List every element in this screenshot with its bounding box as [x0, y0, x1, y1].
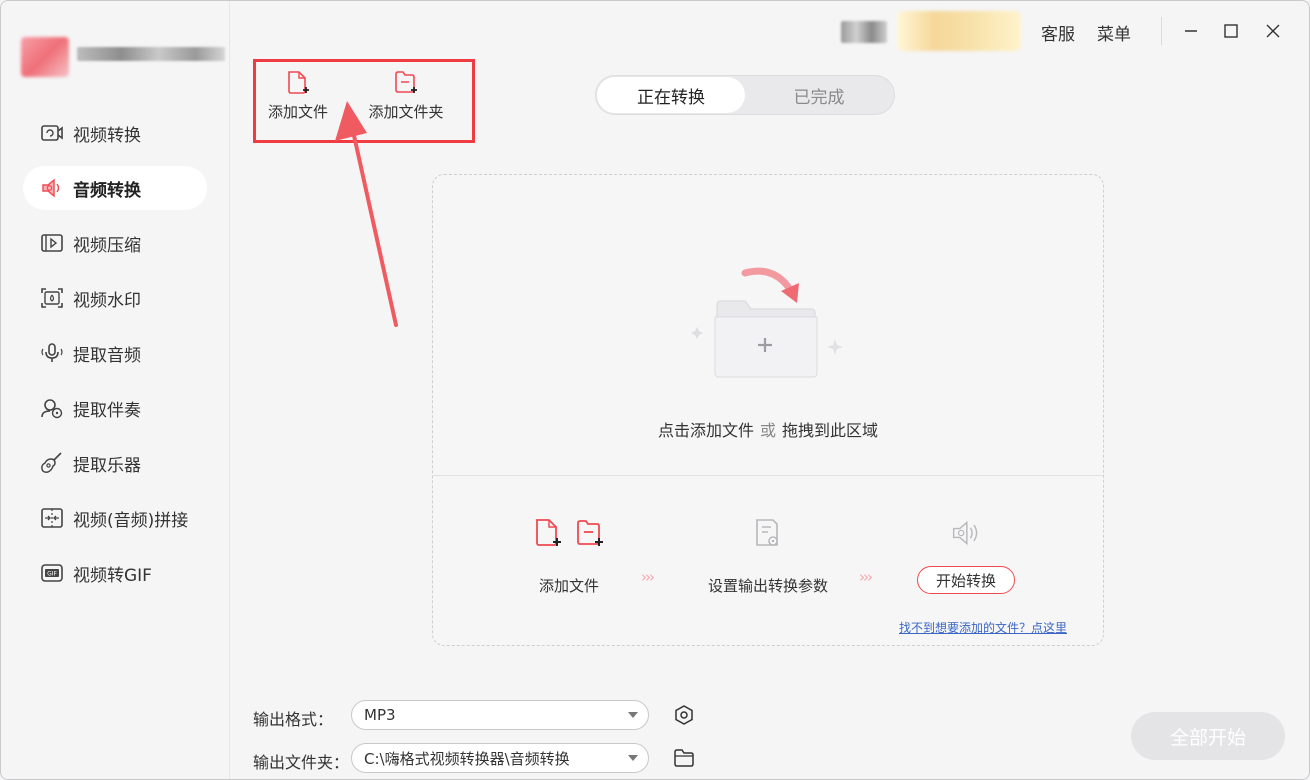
video-compress-icon — [39, 232, 65, 254]
sidebar-nav: 视频转换 音频转换 视频压缩 视频水印 提取音频 提取伴奏 提取乐器 视频(音频… — [23, 111, 207, 606]
step-add-file-label: 添加文件 — [539, 577, 600, 595]
titlebar-divider — [1161, 17, 1162, 45]
step-arrow-1: ››› — [641, 568, 655, 586]
sidebar-item-audio-convert[interactable]: 音频转换 — [23, 166, 207, 210]
output-format-label: 输出格式： — [253, 710, 334, 729]
sidebar-item-label: 视频转GIF — [73, 565, 152, 586]
annotation-arrow — [335, 101, 398, 327]
format-settings-icon[interactable] — [673, 704, 695, 726]
sidebar-item-video-watermark[interactable]: 视频水印 — [23, 276, 207, 320]
app-logo — [21, 37, 69, 77]
minimize-button[interactable] — [1177, 17, 1205, 45]
output-format-value: MP3 — [364, 706, 396, 724]
minimize-icon — [1185, 30, 1197, 32]
output-folder-value: C:\嗨格式视频转换器\音频转换 — [364, 749, 570, 768]
add-file-button[interactable]: 添加文件 — [253, 69, 343, 129]
output-folder-label: 输出文件夹： — [253, 753, 350, 772]
close-button[interactable] — [1259, 17, 1287, 45]
add-file-icon — [288, 71, 309, 94]
drop-hint-drag: 拖拽到此区域 — [782, 421, 879, 440]
sidebar-item-extract-instrument[interactable]: 提取乐器 — [23, 441, 207, 485]
step-arrow-2: ››› — [859, 568, 873, 586]
add-file-label: 添加文件 — [267, 103, 328, 121]
audio-convert-icon — [39, 177, 65, 199]
extract-instrument-icon — [39, 452, 65, 474]
close-icon — [1266, 24, 1280, 38]
menu-button[interactable]: 菜单 — [1097, 20, 1131, 45]
sidebar-item-merge[interactable]: 视频(音频)拼接 — [23, 496, 207, 540]
customer-service-button[interactable]: 客服 — [1041, 20, 1075, 45]
video-convert-icon — [39, 122, 65, 144]
audio-speaker-icon — [951, 517, 981, 553]
sidebar-item-label: 视频水印 — [73, 290, 141, 311]
svg-text:GIF: GIF — [47, 571, 57, 578]
sidebar-item-video-compress[interactable]: 视频压缩 — [23, 221, 207, 265]
chevron-down-icon — [628, 755, 638, 761]
sidebar-item-label: 视频压缩 — [73, 235, 141, 256]
step-add-file-icon[interactable] — [533, 517, 563, 553]
merge-icon — [39, 507, 65, 529]
sidebar-item-label: 提取伴奏 — [73, 400, 141, 421]
sidebar-item-extract-audio[interactable]: 提取音频 — [23, 331, 207, 375]
sidebar-item-label: 视频(音频)拼接 — [73, 510, 189, 531]
drop-zone-divider — [433, 475, 1103, 476]
settings-file-icon — [753, 517, 783, 553]
output-format-select[interactable]: MP3 — [351, 700, 649, 730]
extract-accompaniment-icon — [39, 397, 65, 419]
sidebar-item-label: 提取乐器 — [73, 455, 141, 476]
maximize-icon — [1224, 24, 1238, 38]
help-link[interactable]: 找不到想要添加的文件？点这里 — [899, 619, 1067, 636]
chevron-down-icon — [628, 712, 638, 718]
sidebar-item-label: 音频转换 — [73, 180, 141, 201]
step-add-folder-icon[interactable] — [575, 517, 605, 553]
gif-icon: GIF — [39, 562, 65, 584]
sidebar-item-gif[interactable]: GIF 视频转GIF — [23, 551, 207, 595]
output-folder-select[interactable]: C:\嗨格式视频转换器\音频转换 — [351, 743, 649, 773]
start-convert-button[interactable]: 开始转换 — [917, 566, 1015, 594]
drop-hint-click: 点击添加文件 — [657, 421, 754, 440]
drop-hint-or: 或 — [759, 421, 776, 440]
sidebar-item-label: 视频转换 — [73, 125, 141, 146]
status-tabs: 正在转换 已完成 — [595, 75, 895, 115]
file-drop-zone[interactable]: 点击添加文件或拖拽到此区域 添加文件 ››› 设置输出转换参数 ››› 开始转换… — [432, 174, 1104, 646]
step-settings-label: 设置输出转换参数 — [708, 577, 829, 595]
tab-converting[interactable]: 正在转换 — [597, 77, 745, 113]
vip-badge-blurred[interactable] — [897, 11, 1021, 51]
start-all-button[interactable]: 全部开始 — [1131, 712, 1285, 760]
sidebar: 视频转换 音频转换 视频压缩 视频水印 提取音频 提取伴奏 提取乐器 视频(音频… — [1, 1, 230, 779]
drop-hint: 点击添加文件或拖拽到此区域 — [433, 417, 1103, 441]
app-window: 视频转换 音频转换 视频压缩 视频水印 提取音频 提取伴奏 提取乐器 视频(音频… — [0, 0, 1310, 780]
extract-audio-icon — [39, 342, 65, 364]
video-watermark-icon — [39, 287, 65, 309]
app-name-blurred — [77, 47, 225, 61]
folder-add-illustration — [691, 267, 843, 378]
sidebar-item-video-convert[interactable]: 视频转换 — [23, 111, 207, 155]
add-folder-icon — [395, 71, 417, 93]
open-folder-icon[interactable] — [673, 747, 695, 769]
sidebar-item-extract-accompaniment[interactable]: 提取伴奏 — [23, 386, 207, 430]
user-avatar-blurred[interactable] — [841, 21, 887, 43]
tab-completed[interactable]: 已完成 — [745, 77, 893, 113]
sidebar-item-label: 提取音频 — [73, 345, 141, 366]
maximize-button[interactable] — [1217, 17, 1245, 45]
